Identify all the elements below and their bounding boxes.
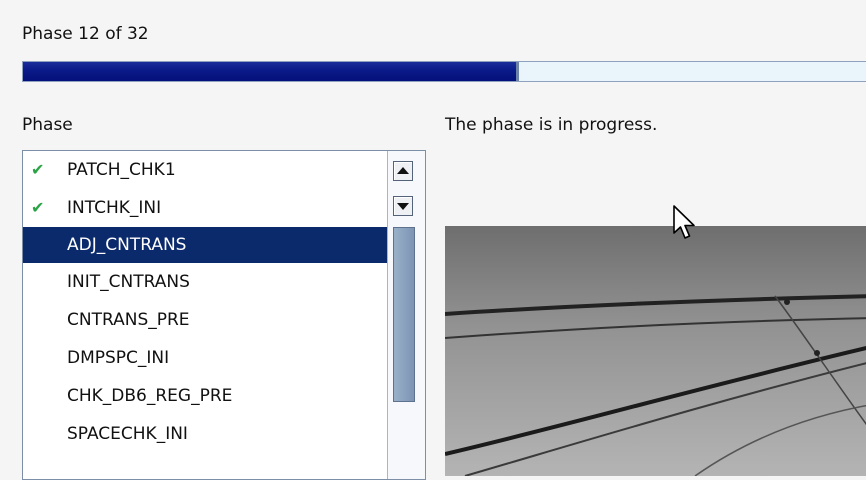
list-item-selected[interactable]: ADJ_CNTRANS [23, 227, 388, 263]
progress-bar-fill [23, 62, 520, 81]
list-item-label: CNTRANS_PRE [67, 310, 190, 330]
list-item-label: DMPSPC_INI [67, 348, 170, 368]
phase-list-items: ✔ PATCH_CHK1 ✔ INTCHK_INI ADJ_CNTRANS IN… [23, 151, 388, 453]
list-item-label: ADJ_CNTRANS [67, 235, 187, 255]
list-item[interactable]: CHK_DB6_REG_PRE [23, 377, 388, 415]
scrollbar-thumb[interactable] [393, 227, 415, 402]
list-item[interactable]: ✔ PATCH_CHK1 [23, 151, 388, 189]
list-item[interactable]: CNTRANS_PRE [23, 301, 388, 339]
arrow-down-icon [397, 203, 409, 210]
list-item-label: SPACECHK_INI [67, 424, 188, 444]
list-item-label: INTCHK_INI [67, 198, 162, 218]
list-item[interactable]: INIT_CNTRANS [23, 263, 388, 301]
progress-image [445, 226, 866, 476]
status-text: The phase is in progress. [445, 115, 658, 135]
phase-list-label: Phase [22, 115, 73, 135]
scroll-down-button[interactable] [393, 196, 413, 216]
scroll-up-button[interactable] [393, 161, 413, 181]
list-item-label: CHK_DB6_REG_PRE [67, 386, 233, 406]
list-item-label: PATCH_CHK1 [67, 160, 176, 180]
list-item[interactable]: DMPSPC_INI [23, 339, 388, 377]
list-item-label: INIT_CNTRANS [67, 272, 190, 292]
phase-list[interactable]: ✔ PATCH_CHK1 ✔ INTCHK_INI ADJ_CNTRANS IN… [22, 150, 426, 480]
vertical-scrollbar[interactable] [387, 151, 425, 479]
list-item[interactable]: ✔ INTCHK_INI [23, 189, 388, 227]
check-icon: ✔ [31, 160, 45, 179]
progress-bar [22, 61, 866, 82]
phase-count: Phase 12 of 32 [22, 24, 149, 44]
cables-illustration [445, 226, 866, 476]
mouse-cursor-icon [673, 205, 695, 239]
check-icon: ✔ [31, 198, 45, 217]
list-item[interactable]: SPACECHK_INI [23, 415, 388, 453]
arrow-up-icon [397, 167, 409, 174]
